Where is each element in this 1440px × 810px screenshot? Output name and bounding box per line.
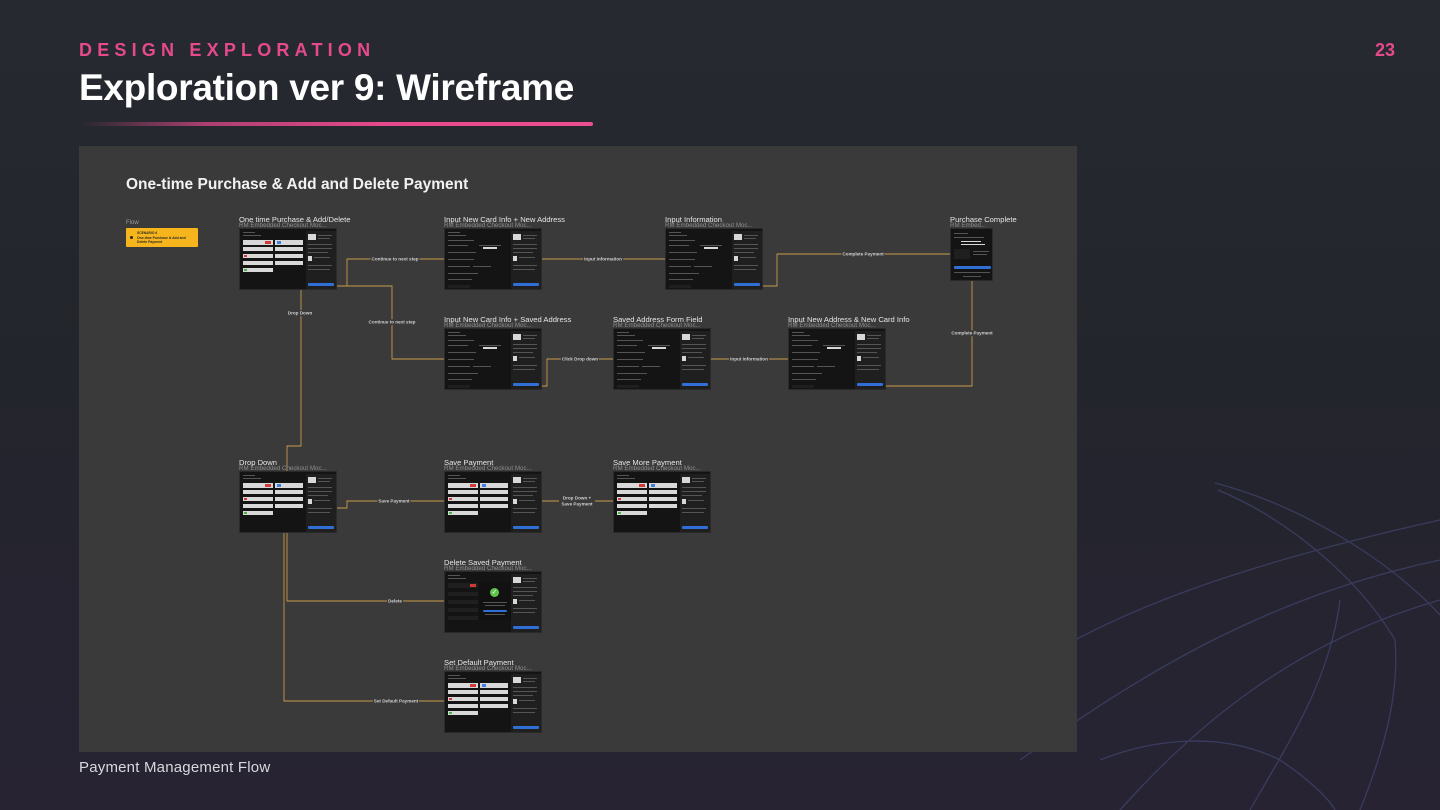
connector-label: Input Information [729, 356, 769, 362]
connector-line [763, 253, 950, 287]
node-screen-thumbnail [239, 228, 337, 290]
connector-label: Click Drop down [560, 356, 600, 362]
node-screen-thumbnail [444, 671, 542, 733]
connector-label: Delete [387, 598, 403, 604]
wireframe-node-complete[interactable]: RM Embed... Purchase Complete [950, 216, 1017, 281]
wireframe-node-onetime[interactable]: RM Embedded Checkout Moc... One time Purc… [239, 216, 350, 290]
node-title: Input Information [665, 215, 722, 224]
connector-label: Drop Down + Save Payment [559, 495, 595, 507]
node-screen-thumbnail: ✓ [444, 571, 542, 633]
node-screen-thumbnail [239, 471, 337, 533]
connector-label: Input Information [583, 256, 623, 262]
flow-connectors [283, 253, 973, 702]
connector-label: Continue to next step [367, 319, 417, 325]
node-title: Purchase Complete [950, 215, 1017, 224]
connector-line [283, 533, 444, 702]
connector-line [286, 290, 302, 471]
page-title: Exploration ver 9: Wireframe [79, 67, 575, 108]
node-title: Input New Address & New Card Info [788, 315, 910, 324]
node-title: Saved Address Form Field [613, 315, 703, 324]
connector-line [542, 358, 613, 387]
node-title: One time Purchase & Add/Delete [239, 215, 351, 224]
section-kicker: DESIGN EXPLORATION [79, 40, 376, 60]
node-screen-thumbnail [444, 228, 542, 290]
node-title: Input New Card Info + New Address [444, 215, 565, 224]
connector-label: Set Default Payment [372, 698, 420, 704]
wireframe-node-save-more[interactable]: RM Embedded Checkout Moc... Save More Pay… [613, 459, 711, 533]
node-title: Save Payment [444, 458, 494, 467]
wireframe-node-saved-addr-field[interactable]: RM Embedded Checkout Moc... Saved Address… [613, 316, 711, 390]
wireframe-node-input-info[interactable]: RM Embedded Checkout Moc... Input Informa… [665, 216, 763, 290]
node-screen-thumbnail [444, 471, 542, 533]
wireframe-node-save-payment[interactable]: RM Embedded Checkout Moc... Save Payment [444, 459, 542, 533]
node-title: Delete Saved Payment [444, 558, 522, 567]
connector-label: Save Payment [377, 498, 411, 504]
connector-line [337, 258, 444, 287]
node-screen-thumbnail [950, 228, 993, 281]
wireframe-node-newcard-newaddr[interactable]: RM Embedded Checkout Moc... Input New Car… [444, 216, 565, 290]
node-screen-thumbnail [444, 328, 542, 390]
node-title: Drop Down [239, 458, 277, 467]
node-screen-thumbnail [613, 328, 711, 390]
success-check-icon: ✓ [490, 588, 499, 597]
connector-label: Complete Payment [950, 330, 994, 336]
node-screen-thumbnail [613, 471, 711, 533]
node-screen-thumbnail [665, 228, 763, 290]
node-title: Save More Payment [613, 458, 682, 467]
wireframe-node-set-default[interactable]: RM Embedded Checkout Moc... Set Default P… [444, 659, 542, 733]
connector-label: Continue to next step [370, 256, 420, 262]
wireframe-node-newcard-savedaddr[interactable]: RM Embedded Checkout Moc... Input New Car… [444, 316, 571, 390]
node-screen-thumbnail [788, 328, 886, 390]
footer-caption: Payment Management Flow [79, 759, 271, 776]
wireframe-node-delete-saved[interactable]: RM Embedded Checkout Moc... Delete Saved … [444, 559, 542, 633]
wireframe-canvas: One-time Purchase & Add and Delete Payme… [79, 146, 1077, 752]
page-number: 23 [1374, 40, 1395, 60]
title-underline [79, 122, 593, 126]
connector-label: Complete Payment [841, 251, 885, 257]
connector-label: Drop Down [286, 310, 314, 316]
node-title: Set Default Payment [444, 658, 514, 667]
node-title: Input New Card Info + Saved Address [444, 315, 572, 324]
wireframe-node-newaddr-newcard[interactable]: RM Embedded Checkout Moc... Input New Add… [788, 316, 910, 390]
connector-line [286, 533, 444, 602]
wireframe-node-dropdown[interactable]: RM Embedded Checkout Moc... Drop Down [239, 459, 337, 533]
